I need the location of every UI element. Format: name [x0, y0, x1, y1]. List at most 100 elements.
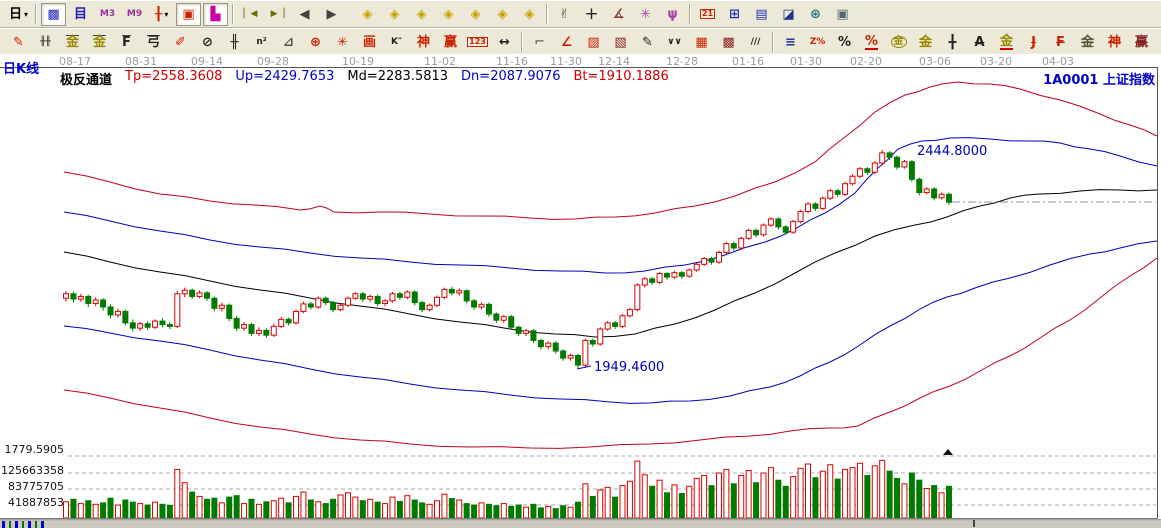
expert-brain-button[interactable]: ψ	[660, 3, 685, 26]
a-lines-icon: A	[974, 36, 984, 49]
go-last-button[interactable]: ▶▕	[265, 3, 290, 26]
percent-line-button[interactable]: %	[859, 31, 884, 54]
diamond-reset-button[interactable]: ◈	[517, 3, 542, 26]
volume-bar	[843, 469, 848, 518]
f-lines-icon: F	[1056, 36, 1065, 49]
hatch-lines-button[interactable]: ///	[743, 31, 768, 54]
red-grid-2-button[interactable]: ▩	[716, 31, 741, 54]
color-histogram-button[interactable]: ▙	[203, 3, 228, 26]
candle-style-button[interactable]: ╂▾	[149, 3, 174, 26]
box-123-button[interactable]: 123	[465, 31, 490, 54]
percent-z-button[interactable]: Z%	[805, 31, 830, 54]
wave-9-button[interactable]: M9	[122, 3, 147, 26]
gold-underline-button[interactable]: 金	[994, 31, 1019, 54]
box-rays-button[interactable]: ▨	[581, 31, 606, 54]
bottom-scrollbar[interactable]	[0, 519, 1161, 528]
rays-fan-button[interactable]: ∠	[554, 31, 579, 54]
diamond-scroll-left-button[interactable]: ◈	[355, 3, 380, 26]
prev-button[interactable]: ◀	[292, 3, 317, 26]
grid-tool-button[interactable]: ╫╫	[33, 31, 58, 54]
f-grid-button[interactable]: F	[114, 31, 139, 54]
diamond-zoom-in-button[interactable]: ◈	[463, 3, 488, 26]
calculator-button[interactable]: ⊞	[722, 3, 747, 26]
hash-grid-button[interactable]: ╫	[222, 31, 247, 54]
bow-grid-button[interactable]: 弓	[141, 31, 166, 54]
brush-tool-button[interactable]: ✎	[6, 31, 31, 54]
target-circle-button[interactable]: ⊕	[303, 31, 328, 54]
crosshair-button[interactable]: +	[579, 3, 604, 26]
gold-grid-2-button[interactable]: 金	[87, 31, 112, 54]
info-document-button[interactable]: 目	[68, 3, 93, 26]
pencil-line-button[interactable]: ✎	[635, 31, 660, 54]
pattern-stamp-button[interactable]: ▣	[176, 3, 201, 26]
wave-3-button[interactable]: M3	[95, 3, 120, 26]
save-button[interactable]: ◪	[776, 3, 801, 26]
axis-value-label: 1779.5905	[0, 443, 64, 456]
export-button[interactable]: ⊛	[803, 3, 828, 26]
indicator-name[interactable]: 极反通道	[60, 69, 112, 88]
system-button[interactable]: ▣	[830, 3, 855, 26]
candle-body	[709, 259, 714, 263]
volume-bar	[405, 496, 410, 518]
hand-drag-button[interactable]: ✌	[552, 3, 577, 26]
dropdown-arrow-icon[interactable]: ▾	[24, 10, 28, 19]
candle-body	[516, 327, 521, 333]
gold-pen-2-button[interactable]: 金	[1075, 31, 1100, 54]
k-quote-button[interactable]: K″	[384, 31, 409, 54]
corner-frame-button[interactable]: ⌐	[527, 31, 552, 54]
candle-body	[754, 230, 759, 234]
brush-small-button[interactable]: ✐	[168, 31, 193, 54]
ying-lines-button[interactable]: 赢	[1129, 31, 1154, 54]
diamond-expand-button[interactable]: ◈	[409, 3, 434, 26]
ying-tool-button[interactable]: 赢	[438, 31, 463, 54]
volume-bar	[457, 500, 462, 518]
zigzag-button[interactable]: ∨∨	[662, 31, 687, 54]
n-squared-button[interactable]: n²	[249, 31, 274, 54]
circle-hatch-button[interactable]: ⊘	[195, 31, 220, 54]
star-tool-button[interactable]: ✳	[330, 31, 355, 54]
scrollbar-notch[interactable]	[973, 520, 975, 527]
zoom-area-button[interactable]: ▩	[41, 3, 66, 26]
gann-tool-button[interactable]: ✳	[633, 3, 658, 26]
candle-body	[924, 189, 929, 193]
diamond-zoom-out-button[interactable]: ◈	[490, 3, 515, 26]
volume-bar	[323, 504, 328, 518]
si-lines-button[interactable]: 四	[1156, 31, 1161, 54]
width-marker-button[interactable]: ↔	[492, 31, 517, 54]
calendar-button[interactable]: 21	[695, 3, 720, 26]
percent-button[interactable]: %	[832, 31, 857, 54]
volume-bar	[880, 460, 885, 518]
flag-tool-button[interactable]: ⊿	[276, 31, 301, 54]
go-first-button[interactable]: ▏◀	[238, 3, 263, 26]
ruler-list-button[interactable]: ≡	[778, 31, 803, 54]
shen-tool-button[interactable]: 神	[411, 31, 436, 54]
percent-icon: %	[838, 36, 851, 49]
box-rays-2-button[interactable]: ▧	[608, 31, 633, 54]
chart-area[interactable]: 日K线 极反通道 Tp=2558.3608Up=2429.7653Md=2283…	[0, 54, 1161, 528]
next-button[interactable]: ▶	[319, 3, 344, 26]
gold-circle-button[interactable]: 金	[886, 31, 911, 54]
gold-lines-button[interactable]: 金	[913, 31, 938, 54]
a-lines-button[interactable]: A	[967, 31, 992, 54]
paint-box-button[interactable]: 画	[357, 31, 382, 54]
symbol-label[interactable]: 1A0001 上证指数	[1043, 69, 1155, 88]
dropdown-arrow-icon[interactable]: ▾	[164, 10, 168, 19]
f-lines-button[interactable]: F	[1048, 31, 1073, 54]
kline-chart-canvas[interactable]	[0, 54, 1161, 528]
wave-3-icon: M3	[100, 10, 115, 19]
shen-lines-button[interactable]: 神	[1102, 31, 1127, 54]
j-lines-button[interactable]: J	[1021, 31, 1046, 54]
candle-pen-button[interactable]: ╂	[940, 31, 965, 54]
angle-measure-button[interactable]: ∡	[606, 3, 631, 26]
candle-body	[828, 191, 833, 198]
diamond-scroll-right-button[interactable]: ◈	[382, 3, 407, 26]
gold-grid-1-button[interactable]: 金	[60, 31, 85, 54]
candle-body	[694, 264, 699, 270]
date-tick-label: 08-31	[125, 55, 157, 68]
red-grid-1-button[interactable]: ▦	[689, 31, 714, 54]
save-icon: ◪	[782, 8, 794, 21]
volume-bar	[583, 484, 588, 518]
notes-button[interactable]: ▤	[749, 3, 774, 26]
diamond-compress-button[interactable]: ◈	[436, 3, 461, 26]
period-day-button[interactable]: 日▾	[6, 3, 31, 26]
